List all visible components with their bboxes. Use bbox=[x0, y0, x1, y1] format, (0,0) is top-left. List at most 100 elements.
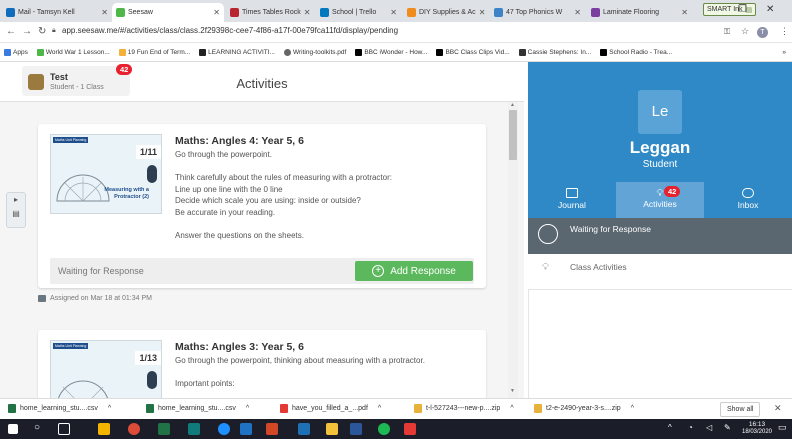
publisher-icon[interactable] bbox=[188, 423, 200, 435]
journal-icon bbox=[566, 188, 578, 198]
filter-class-activities[interactable]: 💡︎ Class Activities bbox=[528, 254, 792, 290]
close-icon[interactable]: ✕ bbox=[387, 8, 397, 17]
spotify-icon[interactable] bbox=[378, 423, 390, 435]
nav-journal[interactable]: Journal bbox=[528, 182, 616, 218]
pen-icon[interactable]: ✎ bbox=[724, 423, 731, 432]
activity-title[interactable]: Maths: Angles 3: Year 5, 6 bbox=[175, 341, 304, 353]
tray-chevron-icon[interactable]: ^ bbox=[668, 423, 672, 432]
bookmark-fun-end[interactable]: 19 Fun End of Term... bbox=[118, 48, 190, 56]
scroll-down-icon[interactable]: ▼ bbox=[510, 388, 515, 394]
browser-tab-flooring[interactable]: Laminate Flooring ✕ bbox=[587, 3, 692, 22]
thumbnail-tag: Maths Unit Planning bbox=[53, 343, 89, 349]
notification-badge: 42 bbox=[116, 64, 133, 75]
excel-icon[interactable] bbox=[158, 423, 170, 435]
browser-tab-mail[interactable]: Mail - Tamsyn Kell ✕ bbox=[2, 3, 112, 22]
side-panel-handle[interactable]: ▸ ▤ bbox=[6, 192, 26, 228]
key-icon[interactable]: ⚿ bbox=[724, 27, 730, 37]
protractor-illustration bbox=[58, 380, 108, 398]
notifications-icon[interactable]: ▭ bbox=[778, 422, 787, 433]
download-item[interactable]: home_learning_stu....csv ^ bbox=[146, 404, 249, 413]
chevron-up-icon[interactable]: ^ bbox=[510, 405, 513, 412]
more-bookmarks-icon[interactable]: » bbox=[782, 49, 786, 56]
restore-window-icon[interactable]: ❐ bbox=[738, 4, 747, 15]
search-icon[interactable]: ○ bbox=[34, 422, 40, 433]
activities-feed[interactable]: ▸ ▤ Maths Unit Planning 1/11 Measuring wi… bbox=[0, 102, 524, 398]
close-icon[interactable]: ✕ bbox=[476, 8, 486, 17]
excel-file-icon bbox=[8, 404, 16, 413]
download-item[interactable]: home_learning_stu....csv ^ bbox=[8, 404, 111, 413]
volume-icon[interactable]: ◁ bbox=[706, 423, 712, 432]
menu-icon[interactable]: ⋮ bbox=[780, 26, 789, 37]
activity-card[interactable]: Maths Unit Planning 1/13 Maths: Angles 3… bbox=[38, 330, 486, 398]
close-icon[interactable]: ✕ bbox=[571, 8, 581, 17]
chevron-up-icon[interactable]: ^ bbox=[246, 405, 249, 412]
chevron-up-icon[interactable]: ^ bbox=[378, 405, 381, 412]
browser-tab-trello[interactable]: School | Trello ✕ bbox=[316, 3, 401, 22]
close-icon[interactable]: ✕ bbox=[301, 8, 311, 17]
mail-icon[interactable] bbox=[240, 423, 252, 435]
url-field[interactable]: app.seesaw.me/#/activities/class/class.2… bbox=[62, 26, 398, 35]
close-icon[interactable]: ✕ bbox=[678, 8, 688, 17]
bookmark-ww1[interactable]: World War 1 Lesson... bbox=[36, 48, 110, 56]
browser-tab-seesaw[interactable]: Seesaw ✕ bbox=[112, 3, 224, 22]
bookmark-iwonder[interactable]: BBC iWonder - How... bbox=[355, 48, 427, 56]
add-response-button[interactable]: + Add Response bbox=[355, 261, 473, 281]
browser-tab-phonics[interactable]: 47 Top Phonics W ✕ bbox=[490, 3, 585, 22]
close-window-icon[interactable]: ✕ bbox=[766, 4, 774, 15]
bookmark-writing[interactable]: Writing-toolkits.pdf bbox=[284, 48, 346, 56]
network-icon[interactable]: ◔ bbox=[688, 423, 693, 432]
bbc-icon bbox=[355, 48, 363, 56]
activity-title[interactable]: Maths: Angles 4: Year 5, 6 bbox=[175, 135, 304, 147]
lightbulb-icon: 💡︎ bbox=[542, 262, 549, 273]
bookmark-cassie[interactable]: Cassie Stephens: In... bbox=[518, 48, 591, 56]
bookmark-class-clips[interactable]: BBC Class Clips Vid... bbox=[436, 48, 510, 56]
powerpoint-icon[interactable] bbox=[266, 423, 278, 435]
nav-inbox[interactable]: Inbox bbox=[704, 182, 792, 218]
chrome-icon[interactable] bbox=[128, 423, 140, 435]
task-view-icon[interactable] bbox=[58, 423, 70, 435]
close-icon[interactable]: ✕ bbox=[774, 403, 782, 414]
back-icon[interactable]: ← bbox=[6, 26, 16, 37]
download-item[interactable]: have_you_filled_a_...pdf ^ bbox=[280, 404, 381, 413]
browser-tab-diy[interactable]: DIY Supplies & Ac ✕ bbox=[403, 3, 488, 22]
owl-icon bbox=[147, 371, 157, 389]
activity-thumbnail[interactable]: Maths Unit Planning 1/11 Measuring with … bbox=[50, 134, 162, 214]
bookmark-learning[interactable]: LEARNING ACTIVITI... bbox=[199, 48, 275, 56]
scroll-up-icon[interactable]: ▲ bbox=[510, 102, 515, 108]
activity-instructions: Go through the powerpoint. Think careful… bbox=[175, 150, 392, 240]
bookmark-apps[interactable]: Apps bbox=[4, 48, 28, 56]
show-all-button[interactable]: Show all bbox=[720, 402, 761, 417]
scrollbar-thumb[interactable] bbox=[509, 110, 517, 160]
address-bar-row: ← → ↻ 🔒︎ app.seesaw.me/#/activities/clas… bbox=[0, 22, 792, 43]
media-player-icon[interactable] bbox=[298, 423, 310, 435]
reload-icon[interactable]: ↻ bbox=[38, 26, 46, 37]
nav-activities[interactable]: 💡︎ 42 Activities bbox=[616, 182, 704, 218]
star-icon[interactable]: ☆ bbox=[741, 26, 749, 37]
chevron-up-icon[interactable]: ^ bbox=[631, 405, 634, 412]
close-icon[interactable]: ✕ bbox=[98, 8, 108, 17]
activity-card[interactable]: Maths Unit Planning 1/11 Measuring with … bbox=[38, 124, 486, 288]
acrobat-icon[interactable] bbox=[404, 423, 416, 435]
profile-avatar[interactable]: T bbox=[757, 27, 768, 38]
chevron-up-icon[interactable]: ^ bbox=[108, 405, 111, 412]
seesaw-icon bbox=[36, 48, 44, 56]
clock-date[interactable]: 18/03/2020 bbox=[738, 429, 776, 435]
browser-tab-ttrs[interactable]: Times Tables Rock ✕ bbox=[226, 3, 314, 22]
close-icon[interactable]: ✕ bbox=[210, 8, 220, 17]
windows-start-icon[interactable] bbox=[8, 424, 18, 434]
filter-waiting-response[interactable]: Waiting for Response bbox=[528, 218, 792, 254]
clock-time[interactable]: 16:13 bbox=[742, 421, 772, 428]
student-panel: Le Leggan Student Journal 💡︎ 42 Activiti… bbox=[524, 62, 792, 398]
download-item[interactable]: t2-e-2490-year-3-s....zip ^ bbox=[534, 404, 634, 413]
student-avatar[interactable]: Le bbox=[638, 90, 682, 134]
activity-thumbnail[interactable]: Maths Unit Planning 1/13 bbox=[50, 340, 162, 398]
store-icon[interactable] bbox=[98, 423, 110, 435]
edge-icon[interactable] bbox=[218, 423, 230, 435]
feed-scrollbar[interactable]: ▲ ▼ bbox=[508, 102, 518, 398]
bookmark-school-radio[interactable]: School Radio - Trea... bbox=[600, 48, 672, 56]
smart-ink-toolbar[interactable]: SMART Ink ▤ bbox=[703, 3, 757, 16]
file-explorer-icon[interactable] bbox=[326, 423, 338, 435]
word-icon[interactable] bbox=[350, 423, 362, 435]
download-item[interactable]: t-l-527243---new-p....zip ^ bbox=[414, 404, 514, 413]
forward-icon[interactable]: → bbox=[22, 26, 32, 37]
